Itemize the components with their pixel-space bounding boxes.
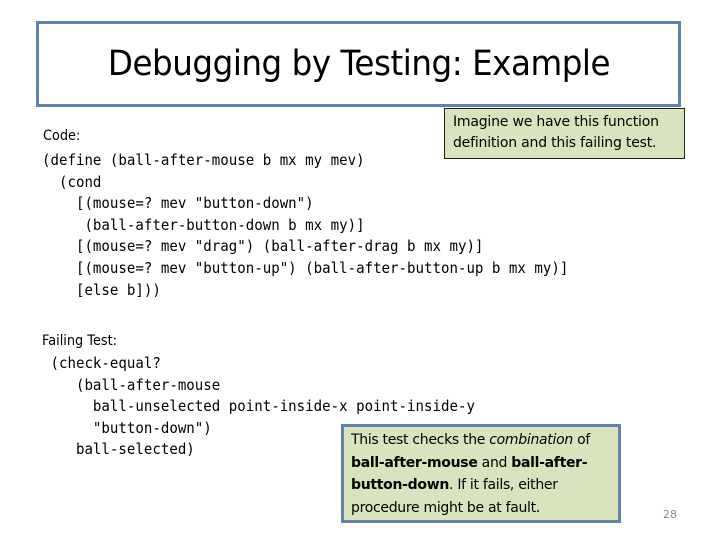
callout-function-name: ball-after-mouse [351, 454, 478, 471]
callout-explanation-line: button-down. If it fails, either [351, 474, 618, 497]
code-line: [(mouse=? mev "button-down") [42, 194, 314, 213]
callout-intro: Imagine we have this function definition… [444, 108, 685, 159]
callout-explanation-line: This test checks the combination of [351, 429, 618, 452]
page-number: 28 [663, 508, 677, 521]
code-label: Code: [43, 128, 81, 144]
failing-test-label: Failing Test: [42, 333, 117, 349]
code-line: [(mouse=? mev "button-up") (ball-after-b… [42, 258, 569, 277]
code-line: (cond [42, 172, 102, 191]
code-line: (ball-after-button-down b mx my)] [42, 215, 365, 234]
slide-title: Debugging by Testing: Example [107, 44, 610, 84]
callout-function-name: button-down [351, 477, 450, 493]
callout-emphasis: combination [489, 432, 573, 448]
callout-text: This test checks the [351, 432, 490, 448]
callout-explanation: This test checks the combination of ball… [341, 424, 621, 523]
test-line: "button-down") [42, 418, 212, 437]
callout-intro-line: definition and this failing test. [453, 135, 657, 151]
title-box: Debugging by Testing: Example [36, 21, 681, 107]
callout-explanation-line: procedure might be at fault. [351, 499, 540, 516]
callout-text: of [572, 432, 590, 448]
code-block: (define (ball-after-mouse b mx my mev) (… [42, 150, 568, 301]
code-line: [else b])) [42, 280, 161, 299]
callout-text: . If it fails, either [449, 477, 558, 493]
test-line: ball-selected) [42, 440, 195, 459]
test-line: (ball-after-mouse [42, 375, 221, 394]
callout-intro-line: Imagine we have this function [453, 114, 659, 130]
code-line: [(mouse=? mev "drag") (ball-after-drag b… [42, 237, 484, 256]
test-line: (check-equal? [42, 354, 161, 372]
callout-text: and [477, 454, 512, 471]
test-line: ball-unselected point-inside-x point-ins… [42, 397, 475, 416]
callout-function-name: ball-after- [511, 454, 588, 471]
callout-explanation-line: ball-after-mouse and ball-after- [351, 452, 618, 475]
code-line: (define (ball-after-mouse b mx my mev) [42, 151, 365, 169]
